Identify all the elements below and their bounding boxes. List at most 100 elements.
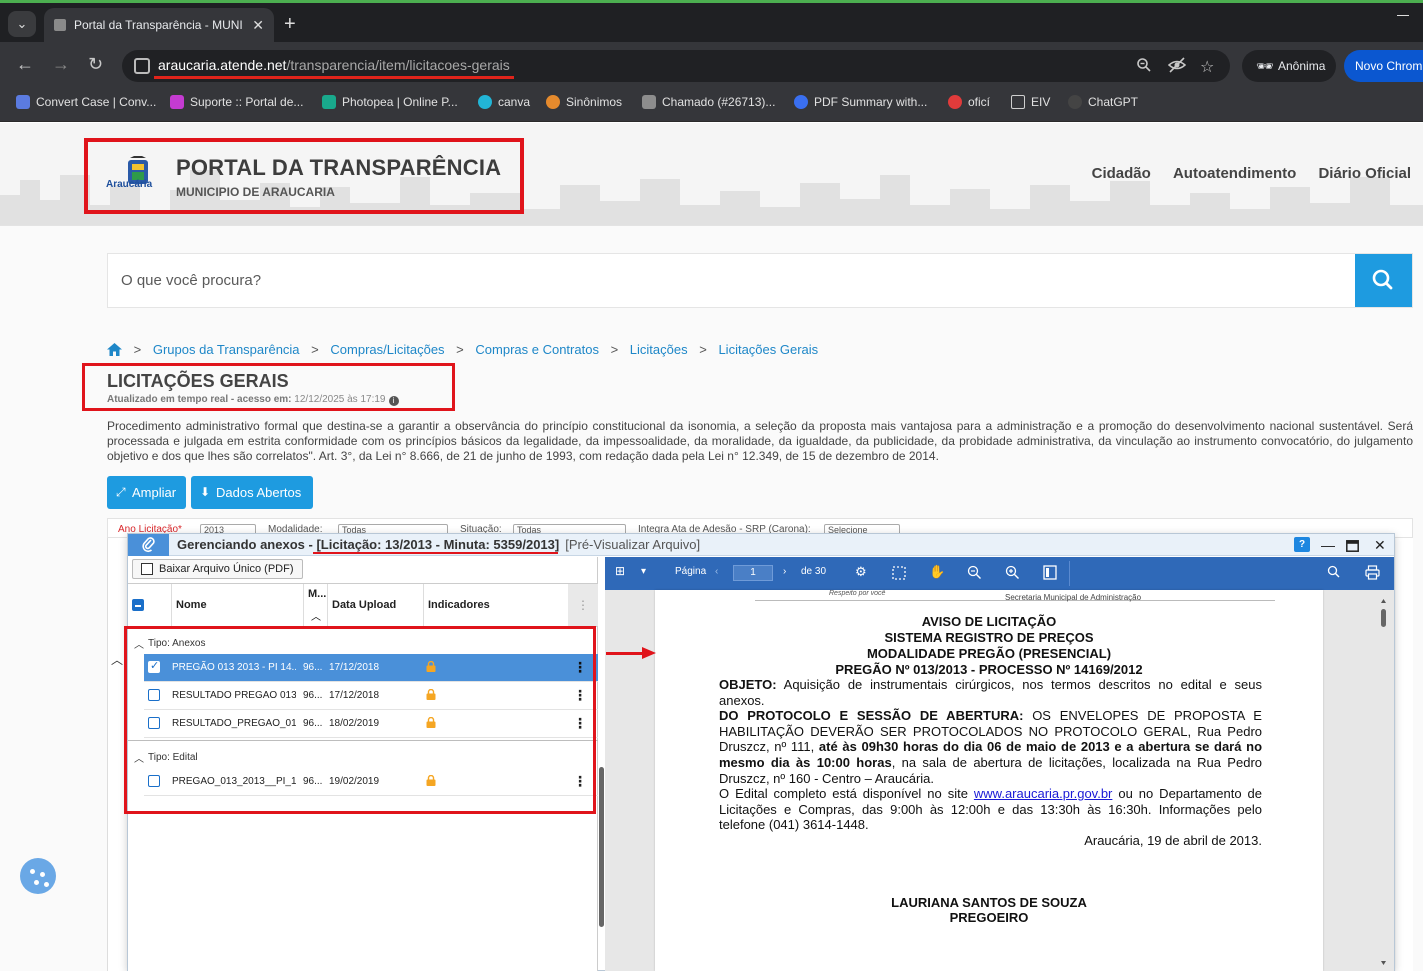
dialog-subtitle: [Pré-Visualizar Arquivo] (565, 537, 701, 552)
site-info-icon[interactable] (134, 58, 150, 74)
bookmark-chatgpt[interactable]: ChatGPT (1068, 88, 1138, 116)
sort-chevron-icon[interactable]: ︿ (311, 608, 321, 623)
bookmark-favicon-icon (322, 95, 336, 109)
bookmark-canva[interactable]: canva (478, 88, 530, 116)
breadcrumb-item-current[interactable]: Licitações Gerais (718, 342, 818, 357)
column-header-indicadores[interactable]: Indicadores (423, 584, 568, 626)
fit-page-icon[interactable] (1043, 565, 1057, 583)
column-header-nome[interactable]: Nome (171, 584, 301, 626)
nav-autoatendimento[interactable]: Autoatendimento (1173, 165, 1296, 182)
red-arrow-head-icon (642, 647, 656, 659)
bookmark-favicon-icon (16, 95, 30, 109)
help-button[interactable]: ? (1294, 537, 1310, 552)
new-chrome-button[interactable]: Novo Chrom (1344, 50, 1423, 82)
address-bar[interactable]: araucaria.atende.net/transparencia/item/… (122, 50, 1230, 82)
pdf-download-icon (141, 563, 153, 575)
breadcrumb-chevron-icon: > (456, 342, 464, 357)
thumbnails-dropdown-icon[interactable]: ▾ (641, 566, 646, 577)
bookmark-chamado[interactable]: Chamado (#26713)... (642, 88, 775, 116)
pdf-heading: SISTEMA REGISTRO DE PREÇOS (884, 630, 1094, 645)
pdf-search-icon[interactable] (1327, 565, 1340, 581)
next-page-icon[interactable]: › (783, 566, 786, 577)
select-area-icon[interactable] (892, 566, 906, 583)
top-navigation: Cidadão Autoatendimento Diário Oficial (1074, 165, 1411, 182)
breadcrumb-item[interactable]: Compras e Contratos (475, 342, 599, 357)
home-icon[interactable] (107, 343, 122, 359)
column-menu-icon[interactable]: ⋮ (568, 584, 598, 626)
bookmarks-bar: Convert Case | Conv... Suporte :: Portal… (0, 88, 1423, 122)
pdf-body-text: OBJETO: Aquisição de instrumentais cirúr… (719, 677, 1263, 833)
browser-tab[interactable]: Portal da Transparência - MUNI ✕ (44, 8, 274, 42)
url-text[interactable]: araucaria.atende.net/transparencia/item/… (158, 57, 510, 73)
bookmark-favicon-icon (546, 95, 560, 109)
download-single-pdf-button[interactable]: Baixar Arquivo Único (PDF) (132, 559, 303, 579)
breadcrumb-item[interactable]: Licitações (630, 342, 688, 357)
window-minimize-icon[interactable] (1397, 15, 1409, 16)
nav-cidadao[interactable]: Cidadão (1092, 165, 1151, 182)
info-icon[interactable]: i (388, 396, 399, 406)
site-subtitle: MUNICIPIO DE ARAUCARIA (176, 185, 335, 199)
zoom-in-icon[interactable] (1005, 565, 1020, 583)
paperclip-icon (128, 534, 169, 556)
edital-site-link[interactable]: www.araucaria.pr.gov.br (974, 786, 1113, 801)
tab-search-button[interactable]: ⌄ (8, 11, 36, 37)
bookmark-star-icon[interactable]: ☆ (1200, 57, 1214, 77)
bookmark-pdf-summary[interactable]: PDF Summary with... (794, 88, 927, 116)
tab-close-icon[interactable]: ✕ (252, 8, 264, 42)
new-tab-button[interactable]: + (284, 12, 296, 36)
incognito-badge[interactable]: 🕶 Anônima (1242, 50, 1336, 82)
breadcrumb-item[interactable]: Compras/Licitações (330, 342, 444, 357)
incognito-icon: 🕶 (1256, 58, 1274, 74)
browser-tab-bar: ⌄ Portal da Transparência - MUNI ✕ + (0, 0, 1423, 42)
bookmark-favicon-icon (642, 95, 656, 109)
page-number-input[interactable]: 1 (733, 565, 773, 581)
expand-icon: ⤢ (116, 485, 126, 499)
eye-off-icon[interactable] (1167, 57, 1187, 78)
folder-icon (1011, 95, 1025, 109)
dialog-minimize-icon[interactable]: — (1321, 536, 1335, 554)
column-header-data-upload[interactable]: Data Upload (327, 584, 423, 626)
prev-page-icon[interactable]: ‹ (715, 566, 718, 577)
breadcrumb-chevron-icon: > (699, 342, 707, 357)
portal-logo-highlight[interactable]: Araucária PORTAL DA TRANSPARÊNCIA MUNICI… (84, 138, 524, 214)
collapse-chevron-icon[interactable]: ︿ (111, 651, 123, 668)
hand-tool-icon[interactable]: ✋ (929, 564, 945, 580)
tab-title: Portal da Transparência - MUNI (74, 18, 243, 32)
pdf-page[interactable]: Respeito por você Secretaria Municipal d… (655, 590, 1323, 971)
url-red-underline (154, 76, 514, 79)
cookie-settings-icon[interactable] (20, 858, 56, 894)
pdf-heading: MODALIDADE PREGÃO (PRESENCIAL) (866, 646, 1112, 661)
bookmark-sinonimos[interactable]: Sinônimos (546, 88, 622, 116)
select-all-checkbox[interactable] (132, 599, 144, 611)
nav-diario-oficial[interactable]: Diário Oficial (1318, 165, 1411, 182)
toolbar-divider (1069, 561, 1070, 586)
breadcrumb-item[interactable]: Grupos da Transparência (153, 342, 300, 357)
search-button[interactable] (1355, 254, 1412, 307)
page-description: Procedimento administrativo formal que d… (107, 419, 1413, 463)
ampliar-button[interactable]: ⤢ Ampliar (107, 476, 186, 509)
attachments-grid-header: Nome M... ︿ Data Upload Indicadores ⋮ (128, 583, 598, 627)
dialog-maximize-icon[interactable] (1346, 538, 1359, 556)
bookmark-suporte[interactable]: Suporte :: Portal de... (170, 88, 303, 116)
bookmark-photopea[interactable]: Photopea | Online P... (322, 88, 458, 116)
bookmark-ofici[interactable]: oficí (948, 88, 990, 116)
site-title: PORTAL DA TRANSPARÊNCIA (176, 155, 502, 180)
dados-abertos-button[interactable]: ⬇ Dados Abertos (191, 476, 313, 509)
print-icon[interactable] (1365, 565, 1380, 583)
page-label: Página (675, 566, 707, 577)
bookmark-convert-case[interactable]: Convert Case | Conv... (16, 88, 156, 116)
search-input[interactable] (108, 254, 1357, 307)
pdf-scrollbar[interactable] (1380, 597, 1387, 967)
zoom-icon[interactable] (1136, 57, 1152, 78)
reload-icon[interactable]: ↻ (88, 54, 103, 74)
list-scrollbar[interactable] (599, 767, 604, 927)
zoom-out-icon[interactable] (967, 565, 982, 583)
page-title-highlight: LICITAÇÕES GERAIS Atualizado em tempo re… (82, 363, 455, 411)
dialog-close-icon[interactable]: ✕ (1374, 536, 1386, 554)
thumbnails-icon[interactable]: ⊞ (615, 564, 625, 578)
bookmark-folder-eiv[interactable]: EIV (1011, 88, 1050, 116)
forward-arrow-icon[interactable]: → (52, 54, 70, 74)
back-arrow-icon[interactable]: ← (16, 54, 34, 74)
settings-gear-icon[interactable]: ⚙ (855, 564, 867, 580)
pdf-heading: AVISO DE LICITAÇÃO (921, 614, 1057, 629)
